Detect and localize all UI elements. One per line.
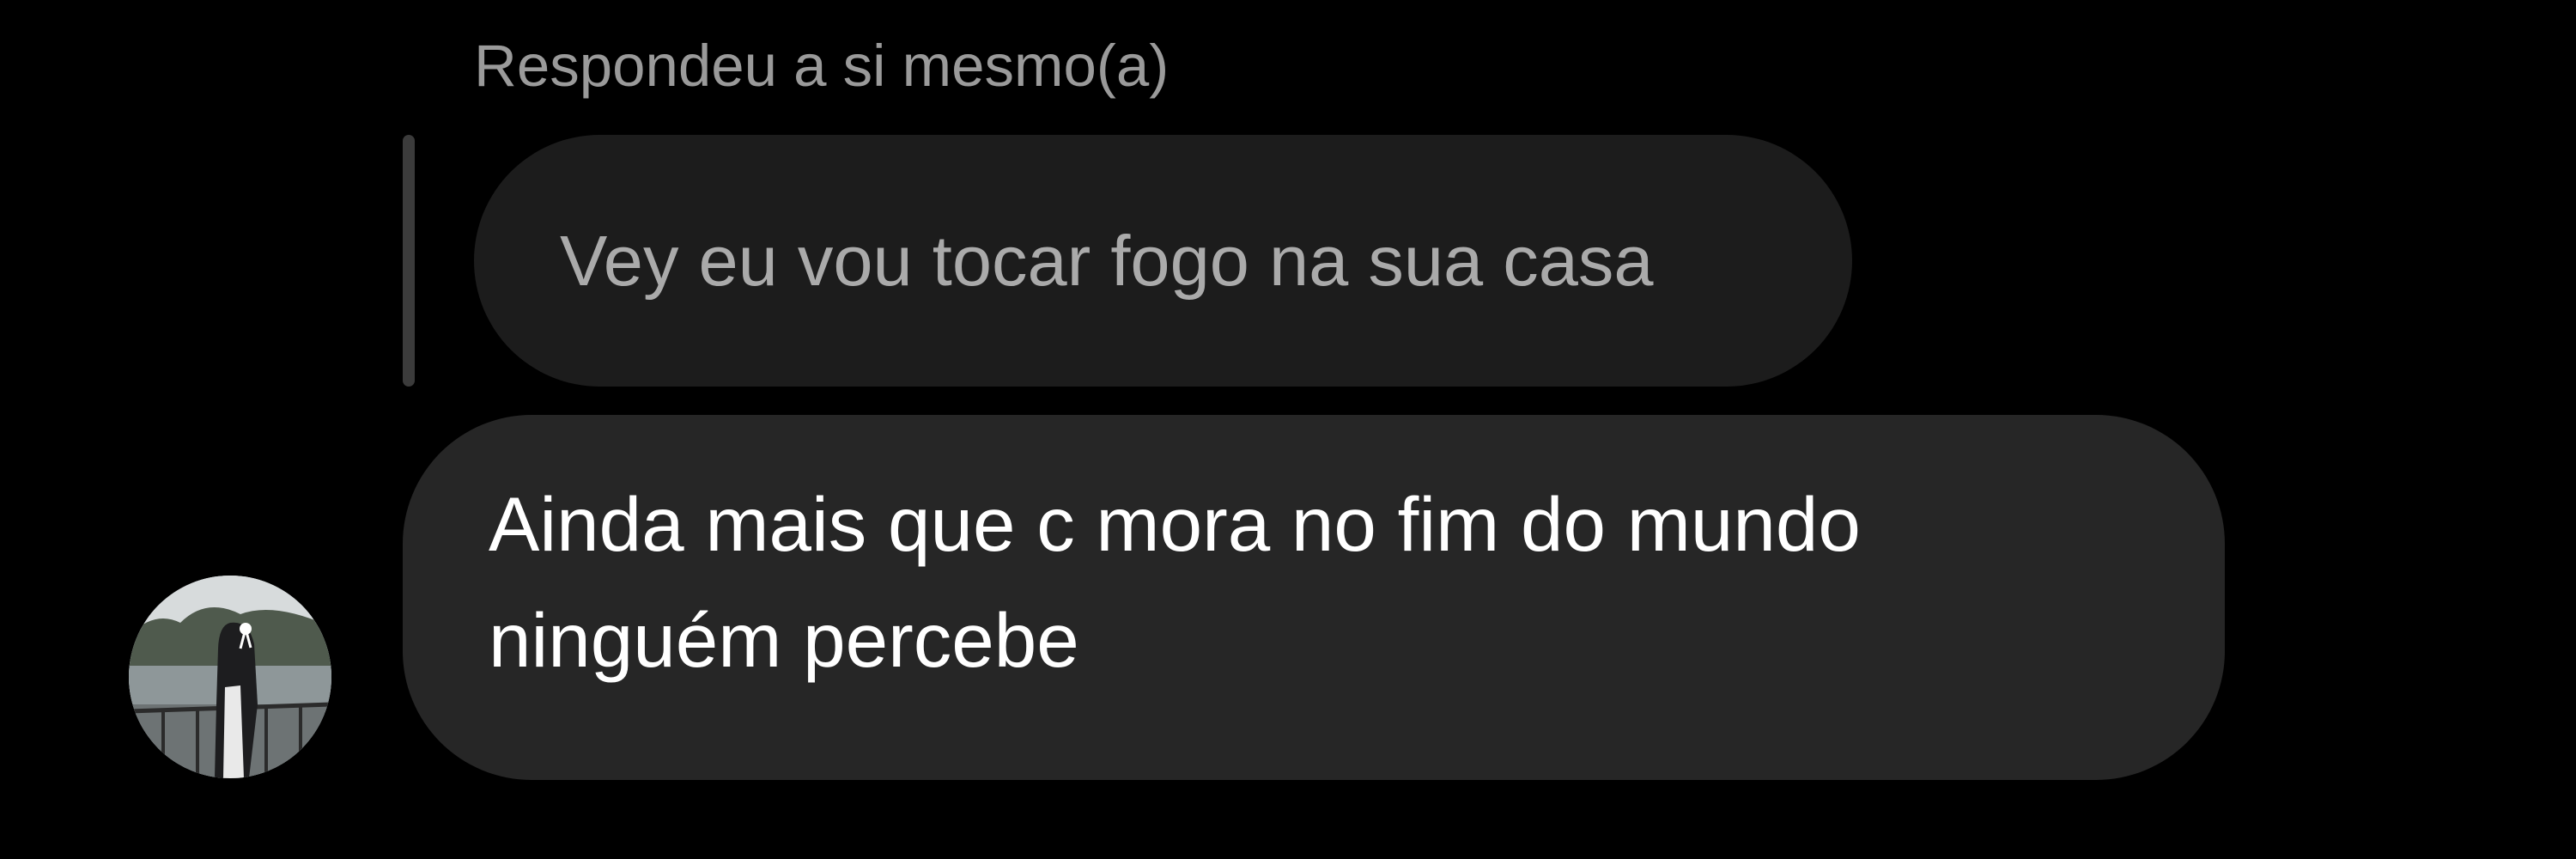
message-text-line-1: Ainda mais que c mora no fim do mundo — [489, 481, 1861, 567]
sender-avatar[interactable] — [129, 576, 331, 778]
message-text-line-2: ninguém percebe — [489, 597, 1079, 683]
reply-quote-bar — [403, 135, 415, 387]
quoted-message-bubble[interactable]: Vey eu vou tocar fogo na sua casa — [474, 135, 1852, 387]
reply-context-label: Respondeu a si mesmo(a) — [474, 33, 1170, 99]
avatar-photo-icon — [129, 576, 331, 778]
message-bubble[interactable]: Ainda mais que c mora no fim do mundo ni… — [403, 415, 2225, 780]
quoted-message-text: Vey eu vou tocar fogo na sua casa — [560, 220, 1654, 301]
